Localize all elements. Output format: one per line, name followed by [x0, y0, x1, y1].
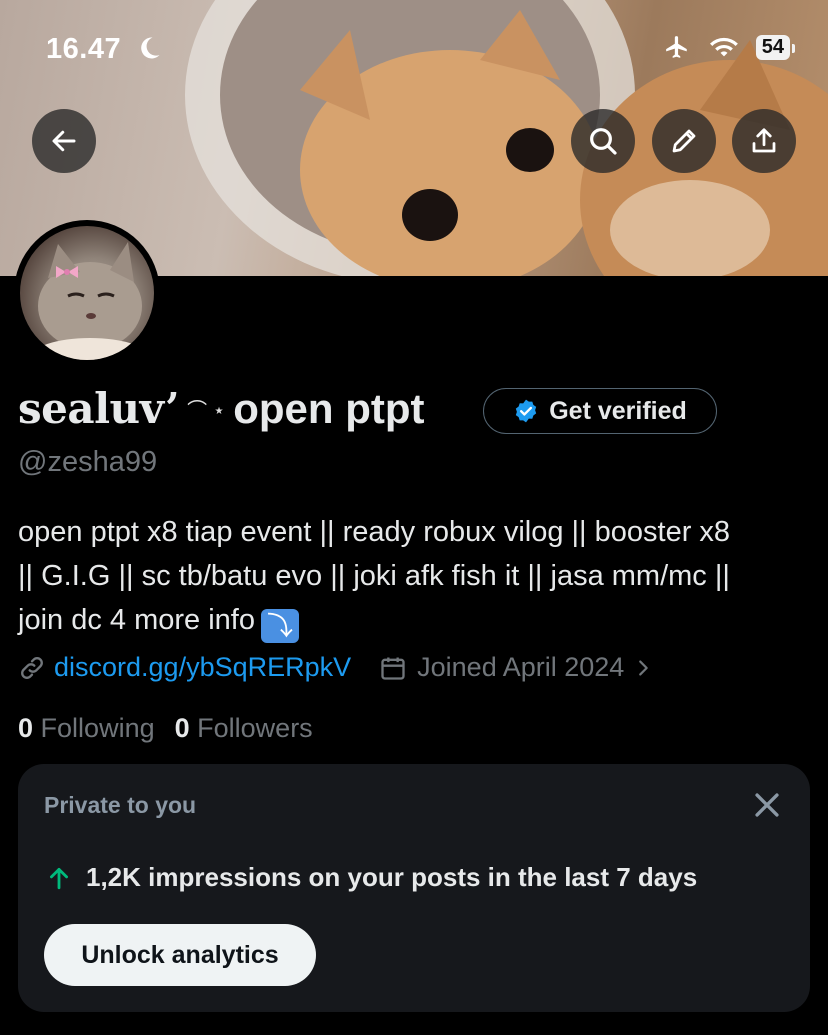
get-verified-button[interactable]: Get verified: [483, 388, 717, 434]
search-button[interactable]: [571, 109, 635, 173]
arrow-down-emoji: ⤵: [260, 609, 299, 643]
get-verified-label: Get verified: [549, 396, 687, 425]
following-label: Following: [40, 713, 155, 743]
bio-line-text: join dc 4 more info: [18, 604, 255, 636]
display-name-part1: sealuv’: [18, 384, 180, 433]
status-icons: 54: [662, 34, 796, 60]
follow-stats: 0 Following 0 Followers: [18, 713, 313, 744]
followers-label: Followers: [197, 713, 313, 743]
verified-badge-icon: [516, 399, 537, 423]
calendar-icon: [381, 657, 405, 680]
arrow-up-icon: [50, 867, 68, 889]
profile-handle: @zesha99: [18, 446, 158, 478]
status-time: 16.47: [46, 33, 122, 65]
airplane-icon: [665, 36, 687, 58]
bio-line: || G.I.G || sc tb/batu evo || joki afk f…: [18, 560, 730, 592]
moon-icon: [141, 37, 160, 59]
profile-name: sealuv’ ⌒ ⋆ open ptpt: [18, 384, 425, 433]
impressions-stat: 1,2K impressions on your posts in the la…: [46, 862, 697, 893]
wifi-icon: [709, 37, 738, 57]
avatar-image: [20, 226, 154, 360]
battery-indicator: 54: [755, 34, 796, 60]
bio-line: open ptpt x8 tiap event || ready robux v…: [18, 516, 731, 548]
card-title: Private to you: [44, 792, 197, 818]
arrow-left-icon: [52, 130, 76, 152]
bio-line: join dc 4 more info ⤵: [18, 598, 818, 643]
chevron-right-icon[interactable]: [632, 657, 654, 679]
private-analytics-card: Private to you 1,2K impressions on your …: [18, 764, 810, 1012]
avatar[interactable]: [14, 220, 160, 366]
impressions-text: 1,2K impressions on your posts in the la…: [86, 862, 698, 892]
following-link[interactable]: 0 Following: [18, 713, 155, 744]
back-button[interactable]: [32, 109, 96, 173]
joined-date: Joined April 2024: [417, 652, 625, 682]
edit-button[interactable]: [652, 109, 716, 173]
following-count: 0: [18, 713, 34, 743]
followers-count: 0: [174, 713, 190, 743]
pencil-icon: [672, 129, 696, 153]
share-button[interactable]: [732, 109, 796, 173]
link-icon: [21, 656, 43, 679]
followers-link[interactable]: 0 Followers: [175, 713, 313, 744]
profile-meta: discord.gg/ybSqRERpkV Joined April 2024: [18, 652, 654, 683]
search-icon: [590, 128, 617, 155]
display-name-part2: open ptpt: [233, 384, 425, 432]
share-icon: [752, 128, 776, 153]
display-name-decoration: ⌒ ⋆: [187, 400, 226, 422]
close-icon[interactable]: [750, 788, 784, 822]
profile-bio: open ptpt x8 tiap event || ready robux v…: [18, 510, 818, 643]
unlock-analytics-button[interactable]: Unlock analytics: [44, 924, 316, 986]
profile-link[interactable]: discord.gg/ybSqRERpkV: [54, 652, 351, 683]
